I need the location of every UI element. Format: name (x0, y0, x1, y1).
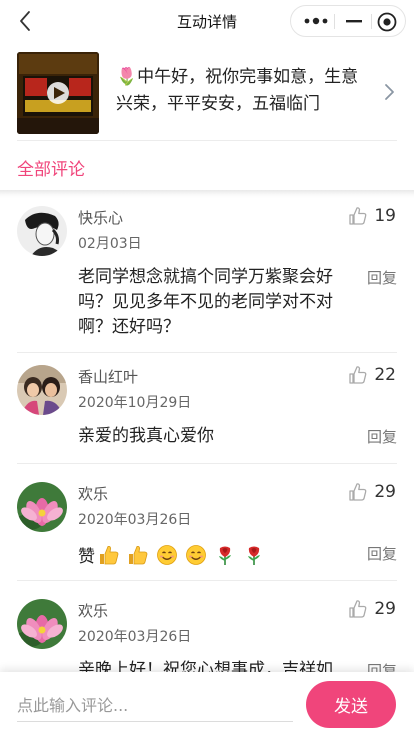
post-thumbnail[interactable] (17, 52, 99, 134)
thumbs-up-icon (349, 483, 367, 501)
comment-date: 2020年03月26日 (78, 629, 192, 645)
header-shadow (0, 190, 414, 198)
lotus-avatar-icon (17, 599, 67, 649)
send-button[interactable]: 发送 (306, 681, 396, 728)
comment-text: 亲爱的我真心爱你 (78, 426, 214, 446)
reply-button[interactable]: 回复 (367, 543, 397, 564)
rose-icon (219, 546, 231, 565)
lotus-avatar-icon (17, 482, 67, 532)
divider (17, 463, 397, 464)
post-text: 🌷中午好，祝你完事如意，生意兴荣，平平安安，五福临门 (116, 67, 359, 114)
comment-date: 2020年10月29日 (78, 395, 192, 411)
capsule-divider (334, 14, 335, 29)
target-circle-icon (377, 12, 397, 32)
chevron-right-icon (385, 84, 394, 100)
minimize-button[interactable] (341, 12, 367, 30)
comment-date: 2020年03月26日 (78, 512, 192, 528)
capsule-divider (371, 14, 372, 29)
thumbs-up-icon (129, 545, 148, 564)
thumbs-up-icon (349, 600, 367, 618)
like-button[interactable]: 22 (348, 363, 396, 387)
avatar[interactable] (17, 599, 67, 649)
comment-text: 老同学想念就搞个同学万紫聚会好吗？见见多年不见的老同学对不对啊？还好吗？ (78, 267, 333, 337)
like-button[interactable]: 29 (348, 480, 396, 504)
comment-input-bar: 发送 (0, 672, 414, 735)
like-button[interactable]: 29 (348, 597, 396, 621)
thumbs-up-icon (349, 207, 367, 225)
smile-icon (157, 544, 177, 565)
avatar[interactable] (17, 365, 67, 415)
video-thumbnail-icon (17, 52, 99, 134)
comment-text: 赞 (78, 542, 271, 567)
avatar[interactable] (17, 482, 67, 532)
all-comments-heading: 全部评论 (17, 160, 85, 180)
thumbs-up-icon (100, 545, 119, 564)
thumbs-up-icon (349, 366, 367, 384)
comment-input[interactable] (17, 690, 293, 722)
divider (17, 352, 397, 353)
comment-date: 02月03日 (78, 236, 142, 252)
comment-author: 香山红叶 (78, 368, 139, 386)
comment-author: 欢乐 (78, 602, 109, 620)
reply-button[interactable]: 回复 (367, 267, 397, 288)
comment-text-label: 赞 (78, 547, 95, 567)
more-button[interactable] (301, 12, 331, 30)
smile-icon (186, 544, 206, 565)
sketch-avatar-icon (17, 206, 67, 256)
like-count: 22 (374, 365, 396, 385)
photo-avatar-icon (17, 365, 67, 415)
reply-button[interactable]: 回复 (367, 426, 397, 447)
like-count: 29 (374, 482, 396, 502)
like-count: 29 (374, 599, 396, 619)
post-summary[interactable]: 🌷中午好，祝你完事如意，生意兴荣，平平安安，五福临门 (0, 42, 414, 142)
like-count: 19 (374, 206, 396, 226)
divider (17, 140, 397, 141)
minimize-icon (346, 20, 362, 23)
comment-author: 快乐心 (78, 209, 124, 227)
more-dots-icon (304, 17, 328, 25)
close-miniprogram-button[interactable] (376, 11, 398, 33)
capsule-menu (290, 5, 406, 37)
nav-bar: 互动详情 (0, 0, 414, 42)
divider (17, 580, 397, 581)
avatar[interactable] (17, 206, 67, 256)
comment-author: 欢乐 (78, 485, 109, 503)
like-button[interactable]: 19 (348, 204, 396, 228)
rose-icon (248, 546, 260, 565)
post-open-arrow[interactable] (382, 82, 396, 102)
